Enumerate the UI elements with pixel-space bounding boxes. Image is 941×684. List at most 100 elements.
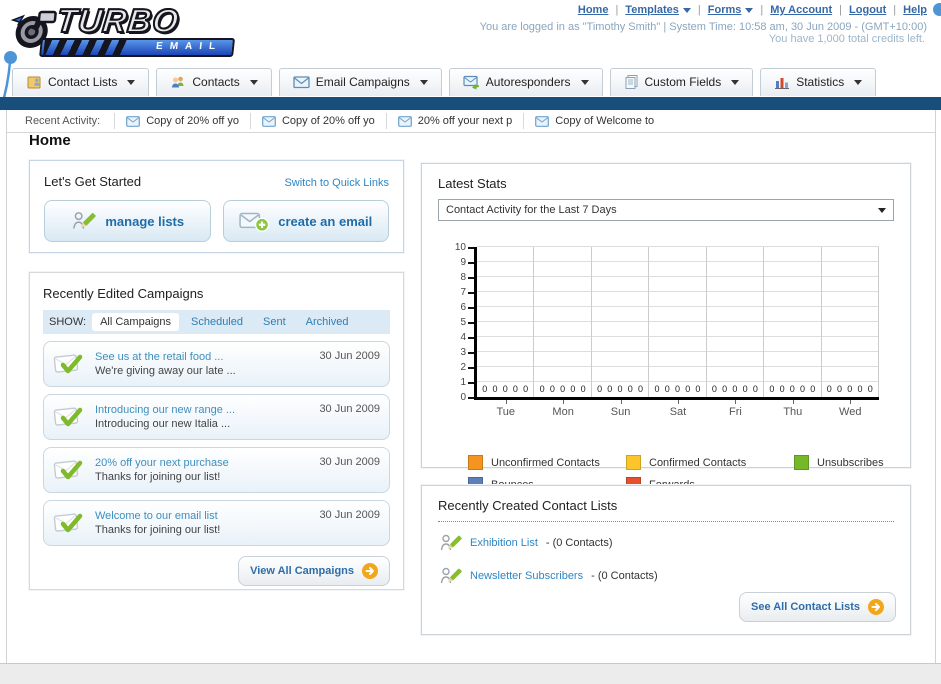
header-link-templates[interactable]: Templates: [625, 4, 707, 16]
data-value-label: 0: [722, 384, 728, 394]
data-value-label: 0: [512, 384, 518, 394]
y-tick-label: 4: [460, 332, 474, 343]
legend-item: Confirmed Contacts: [626, 455, 794, 470]
chart-day-group: 00000: [822, 247, 879, 397]
chart-day-group: 00000: [649, 247, 707, 397]
data-value-label: 0: [752, 384, 758, 394]
person-pencil-icon: [440, 534, 462, 551]
legend-swatch: [468, 455, 483, 470]
envelope-check-icon: [53, 513, 83, 533]
contact-list-link[interactable]: Exhibition List: [470, 537, 538, 549]
campaign-title-link: Welcome to our email list: [95, 510, 218, 522]
contact-list-link[interactable]: Newsletter Subscribers: [470, 570, 583, 582]
switch-quick-links[interactable]: Switch to Quick Links: [284, 177, 389, 189]
nav-tab-statistics[interactable]: Statistics: [760, 68, 877, 96]
chevron-down-icon: [580, 79, 589, 85]
legend-item: Unconfirmed Contacts: [468, 455, 626, 470]
person-pencil-icon: [440, 567, 462, 584]
credits-info: You have 1,000 total credits left.: [768, 33, 925, 45]
header-link-home[interactable]: Home: [578, 4, 625, 16]
data-value-label: 0: [867, 384, 873, 394]
nav-tab-email-campaigns[interactable]: Email Campaigns: [278, 68, 442, 96]
manage-lists-button[interactable]: manage lists: [44, 200, 211, 242]
show-label: SHOW:: [49, 316, 87, 328]
get-started-title: Let's Get Started: [44, 174, 142, 189]
contact-list-item[interactable]: Exhibition List - (0 Contacts): [438, 531, 894, 555]
campaign-row[interactable]: See us at the retail food ... We're givin…: [43, 341, 390, 387]
logo-title: TURBO: [54, 1, 182, 40]
data-value-label: 0: [638, 384, 644, 394]
campaigns-title: Recently Edited Campaigns: [43, 286, 204, 301]
x-tick-label: Fri: [707, 400, 764, 418]
autoresponders-icon: [463, 75, 479, 90]
decorative-dot-right: [933, 3, 941, 16]
tab-archived[interactable]: Archived: [298, 313, 357, 331]
chart-y-axis: 10 9 8 7 6 5 4 3 2 1 0: [446, 242, 474, 403]
data-value-label: 0: [800, 384, 806, 394]
chevron-down-icon: [419, 79, 428, 85]
recent-activity-item[interactable]: Copy of 20% off yo: [249, 113, 386, 129]
header-link-my-account[interactable]: My Account: [770, 4, 849, 16]
y-tick-label: 6: [460, 302, 474, 313]
latest-stats-title: Latest Stats: [438, 176, 507, 191]
header-link-forms[interactable]: Forms: [708, 4, 770, 16]
recent-activity-label: Recent Activity:: [25, 115, 101, 127]
campaign-row[interactable]: 20% off your next purchase Thanks for joi…: [43, 447, 390, 493]
campaign-title-link: See us at the retail food ...: [95, 351, 224, 363]
create-email-button[interactable]: create an email: [222, 200, 389, 242]
nav-tab-contacts[interactable]: Contacts: [156, 68, 272, 96]
data-value-label: 0: [732, 384, 738, 394]
tab-sent[interactable]: Sent: [255, 313, 294, 331]
data-value-label: 0: [492, 384, 498, 394]
campaign-subtitle: Thanks for joining our list!: [95, 524, 221, 536]
data-value-label: 0: [742, 384, 748, 394]
legend-swatch: [794, 455, 809, 470]
recent-activity-item[interactable]: Copy of 20% off yo: [114, 113, 250, 129]
chevron-down-icon: [127, 79, 136, 85]
latest-stats-panel: Latest Stats Contact Activity for the La…: [421, 163, 911, 492]
contact-activity-chart: 10 9 8 7 6 5 4 3 2 1 0 000000000000000000000000000…: [446, 242, 894, 433]
tab-all-campaigns[interactable]: All Campaigns: [92, 313, 179, 331]
chevron-down-icon: [731, 79, 740, 85]
y-tick-label: 0: [460, 392, 474, 403]
statistics-icon: [775, 77, 790, 89]
view-all-campaigns-button[interactable]: View All Campaigns: [238, 556, 390, 586]
data-value-label: 0: [580, 384, 586, 394]
header-link-help[interactable]: Help: [903, 4, 927, 16]
data-value-label: 0: [779, 384, 785, 394]
contact-list-item[interactable]: Newsletter Subscribers - (0 Contacts): [438, 564, 894, 588]
y-tick-label: 2: [460, 362, 474, 373]
chart-day-group: 00000: [534, 247, 592, 397]
data-value-label: 0: [607, 384, 613, 394]
data-value-label: 0: [711, 384, 717, 394]
data-value-label: 0: [685, 384, 691, 394]
envelope-icon: [262, 115, 276, 127]
nav-tab-autoresponders[interactable]: Autoresponders: [448, 68, 603, 96]
tab-scheduled[interactable]: Scheduled: [183, 313, 251, 331]
nav-tab-custom-fields[interactable]: Custom Fields: [609, 68, 754, 96]
contact-lists-icon: [27, 76, 41, 89]
recent-activity-item[interactable]: 20% off your next p: [385, 113, 524, 129]
header-link-logout[interactable]: Logout: [849, 4, 903, 16]
footer-strip: [0, 663, 941, 684]
chart-x-axis: Tue Mon Sun Sat Fri Thu Wed: [477, 400, 879, 418]
y-tick-label: 1: [460, 377, 474, 388]
contact-list-count: - (0 Contacts): [545, 537, 613, 549]
stats-period-dropdown[interactable]: Contact Activity for the Last 7 Days: [438, 199, 894, 221]
campaigns-panel: Recently Edited Campaigns SHOW: All Camp…: [29, 272, 404, 590]
data-value-label: 0: [826, 384, 832, 394]
x-tick-label: Sun: [592, 400, 649, 418]
chart-day-group: 00000: [592, 247, 650, 397]
main-nav: Contact Lists Contacts Email Campaigns A…: [12, 68, 877, 96]
see-all-contact-lists-button[interactable]: See All Contact Lists: [738, 592, 896, 622]
campaign-row[interactable]: Introducing our new range ... Introducing…: [43, 394, 390, 440]
nav-tab-contact-lists[interactable]: Contact Lists: [12, 68, 150, 96]
get-started-panel: Let's Get Started Switch to Quick Links …: [29, 160, 404, 253]
header-links: Home Templates Forms My Account Logout H…: [578, 4, 927, 16]
recent-activity-item[interactable]: Copy of Welcome to: [523, 113, 665, 129]
email-campaigns-icon: [293, 76, 310, 89]
contact-lists-panel: Recently Created Contact Lists Exhibitio…: [421, 485, 911, 635]
person-pencil-icon: [73, 212, 97, 229]
campaign-row[interactable]: Welcome to our email list Thanks for join…: [43, 500, 390, 546]
content-area: Recent Activity: Copy of 20% off yo Copy…: [6, 110, 936, 663]
